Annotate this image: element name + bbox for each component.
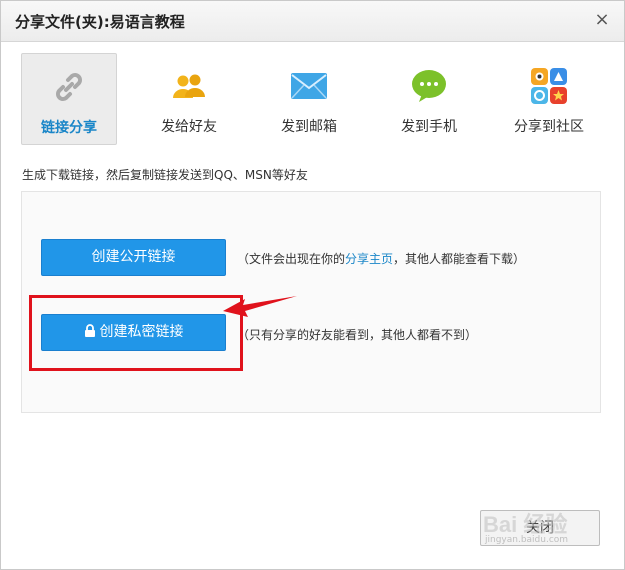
friends-icon: [173, 74, 205, 98]
create-public-link-button[interactable]: 创建公开链接: [41, 239, 226, 276]
public-link-note: （文件会出现在你的分享主页，其他人都能查看下载）: [237, 250, 525, 267]
dialog-titlebar: 分享文件(夹):易语言教程 ×: [1, 1, 624, 42]
link-icon: [56, 73, 82, 101]
tab-send-to-friends[interactable]: 发给好友: [141, 53, 237, 145]
private-link-note: （只有分享的好友能看到，其他人都看不到）: [237, 328, 478, 342]
share-homepage-link[interactable]: 分享主页: [345, 252, 393, 266]
tab-send-to-email[interactable]: 发到邮箱: [261, 53, 357, 145]
share-method-tabs: 链接分享 发给好友 发到邮箱 发到手机 分享到社区: [1, 51, 624, 147]
community-icon: [531, 68, 567, 104]
tab-send-to-phone[interactable]: 发到手机: [381, 53, 477, 145]
close-icon[interactable]: ×: [592, 9, 612, 31]
highlight-box: [29, 295, 243, 371]
close-button[interactable]: 关闭: [480, 510, 600, 546]
phone-chat-icon: [412, 70, 446, 102]
link-share-hint: 生成下载链接，然后复制链接发送到QQ、MSN等好友: [22, 168, 308, 182]
public-link-note-before: （文件会出现在你的: [237, 252, 346, 266]
public-link-note-after: ，其他人都能查看下载）: [393, 252, 526, 266]
tab-share-to-community[interactable]: 分享到社区: [501, 53, 597, 145]
tab-label-share-to-community: 分享到社区: [514, 119, 584, 135]
share-dialog: 分享文件(夹):易语言教程 × 链接分享 发给好友 发到邮箱 发到手机 分享到社…: [0, 0, 625, 570]
tab-label-link-share: 链接分享: [41, 120, 97, 136]
create-public-link-label: 创建公开链接: [91, 249, 176, 265]
pointer-arrow-icon: [223, 296, 297, 317]
dialog-title: 分享文件(夹):易语言教程: [15, 13, 185, 31]
mail-icon: [291, 73, 327, 99]
tab-link-share[interactable]: 链接分享: [21, 53, 117, 145]
tab-label-send-to-friends: 发给好友: [161, 119, 217, 135]
tab-label-send-to-phone: 发到手机: [401, 119, 457, 135]
tab-label-send-to-email: 发到邮箱: [281, 119, 337, 135]
